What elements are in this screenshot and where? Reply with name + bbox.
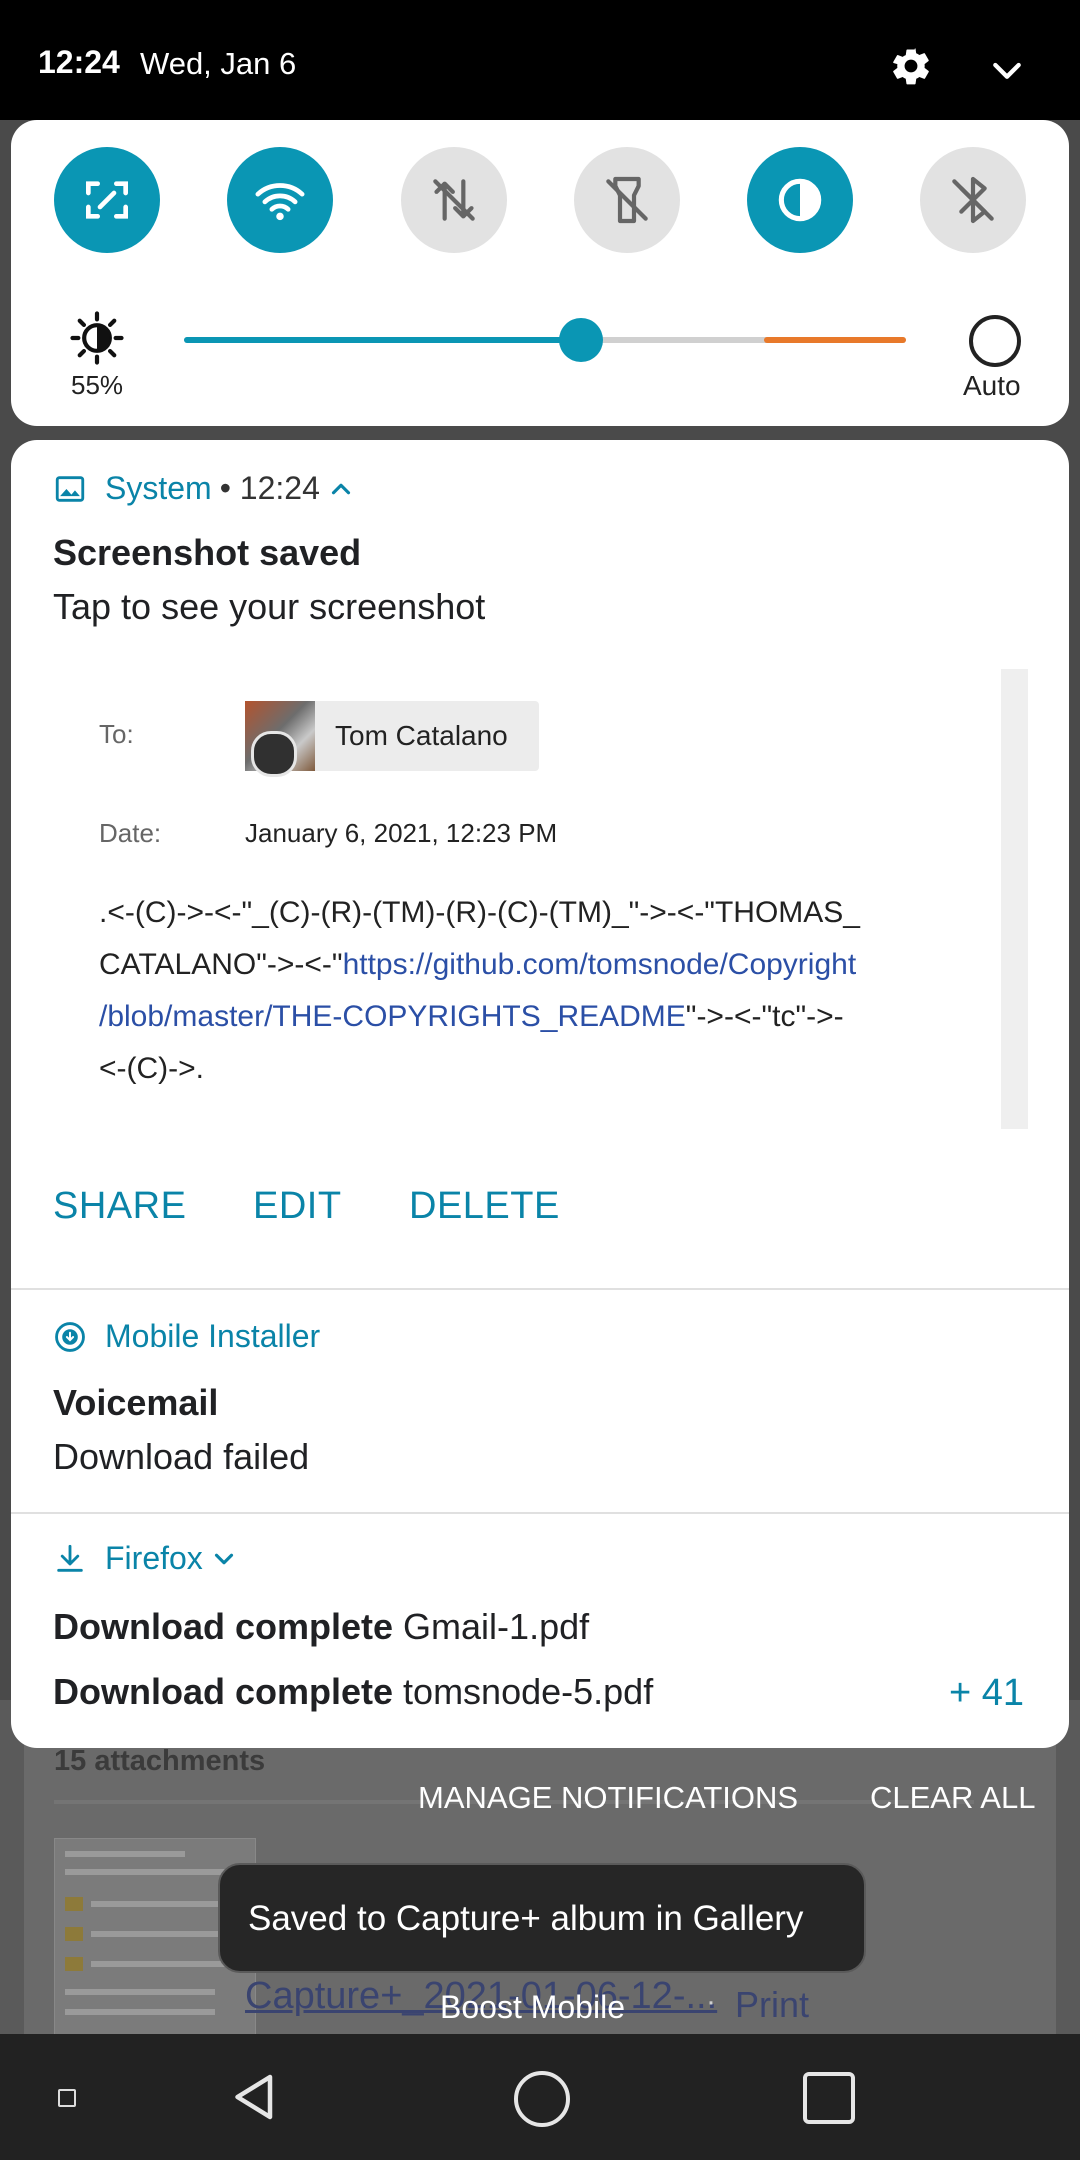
brightness-icon: [70, 311, 124, 365]
tile-flashlight[interactable]: [574, 147, 680, 253]
flashlight-off-icon: [606, 176, 648, 224]
preview-body-line: <-(C)->.: [99, 1052, 204, 1085]
recipient-avatar-badge: [251, 731, 297, 777]
status-bar: 12:24 Wed, Jan 6: [0, 0, 1080, 120]
notification-app-name: Firefox: [105, 1540, 203, 1576]
quick-settings-panel: 55% Auto: [11, 120, 1069, 426]
back-icon[interactable]: [225, 2067, 285, 2127]
tile-wifi[interactable]: [227, 147, 333, 253]
small-square-icon: [58, 2089, 76, 2107]
notification-text[interactable]: Tap to see your screenshot: [53, 586, 485, 628]
chevron-up-icon[interactable]: [326, 474, 356, 504]
brightness-slider-warning-zone: [764, 337, 906, 343]
recipient-name: Tom Catalano: [335, 720, 508, 751]
toast-text: Saved to Capture+ album in Gallery: [248, 1899, 804, 1938]
download-line-1[interactable]: Download complete Gmail-1.pdf: [53, 1606, 589, 1648]
screenshot-preview[interactable]: To: Tom Catalano Date: January 6, 2021, …: [53, 669, 1028, 1129]
notification-header-firefox[interactable]: Firefox: [53, 1540, 239, 1577]
preview-body-line: /blob/master/THE-COPYRIGHTS_README"->-<-…: [99, 991, 979, 1043]
preview-body-link: /blob/master/THE-COPYRIGHTS_README: [99, 1000, 686, 1033]
download-line-2[interactable]: Download complete tomsnode-5.pdf: [53, 1671, 653, 1713]
download-circle-icon: [55, 1321, 85, 1352]
invert-colors-icon: [778, 178, 822, 222]
download-status: Download complete: [53, 1671, 394, 1712]
wifi-icon: [255, 183, 305, 221]
preview-message-body: .<-(C)->-<-"_(C)-(R)-(TM)-(R)-(C)-(TM)_"…: [99, 887, 979, 1095]
notification-app-name: System: [105, 470, 212, 506]
download-icon: [57, 1544, 83, 1572]
notification-divider: [11, 1288, 1069, 1290]
carrier-label: Boost Mobile: [440, 1989, 625, 2025]
tile-invert-colors[interactable]: [747, 147, 853, 253]
delete-button[interactable]: DELETE: [409, 1185, 560, 1228]
tile-mobile-data[interactable]: [401, 147, 507, 253]
attachments-count: 15 attachments: [54, 1745, 266, 1777]
preview-date-label: Date:: [99, 818, 162, 848]
expand-chevron-icon[interactable]: [987, 50, 1027, 90]
brightness-percent: 55%: [71, 370, 124, 400]
recipient-chip: Tom Catalano: [245, 701, 539, 777]
download-filename: tomsnode-5.pdf: [403, 1671, 654, 1712]
notification-title[interactable]: Screenshot saved: [53, 532, 361, 574]
auto-brightness-label: Auto: [963, 370, 1021, 401]
manage-notifications-button[interactable]: MANAGE NOTIFICATIONS: [418, 1780, 798, 1816]
edit-button[interactable]: EDIT: [253, 1185, 342, 1228]
share-button[interactable]: SHARE: [53, 1185, 186, 1228]
status-time: 12:24: [38, 44, 120, 80]
preview-body-text: "->-<-"tc"->-: [685, 1000, 844, 1033]
brightness-slider[interactable]: [184, 318, 906, 362]
recent-apps-icon[interactable]: [803, 2072, 855, 2124]
preview-body-text: CATALANO"->-<-": [99, 948, 343, 981]
notification-app-name: Mobile Installer: [105, 1318, 321, 1354]
auto-brightness-toggle[interactable]: [969, 315, 1021, 367]
preview-body-line: .<-(C)->-<-"_(C)-(R)-(TM)-(R)-(C)-(TM)_"…: [99, 896, 860, 929]
settings-gear-icon[interactable]: [889, 44, 933, 88]
chevron-down-icon[interactable]: [209, 1544, 239, 1574]
download-filename: Gmail-1.pdf: [403, 1606, 590, 1647]
tile-bluetooth[interactable]: [920, 147, 1026, 253]
screen-expand-icon: [86, 181, 128, 219]
mobile-data-off-icon: [433, 179, 475, 221]
notification-header-system[interactable]: System • 12:24: [53, 470, 356, 507]
tile-screen-expand[interactable]: [54, 147, 160, 253]
image-icon: [55, 475, 85, 502]
download-status: Download complete: [53, 1606, 394, 1647]
brightness-slider-thumb[interactable]: [559, 318, 604, 362]
navigation-bar: [0, 2034, 1080, 2160]
preview-to-label: To:: [99, 719, 134, 749]
notification-header-mobile-installer[interactable]: Mobile Installer: [53, 1318, 320, 1355]
bluetooth-off-icon: [952, 176, 994, 224]
preview-body-link: https://github.com/tomsnode/Copyright: [342, 948, 857, 981]
print-link: Print: [735, 1984, 810, 2025]
notification-title[interactable]: Voicemail: [53, 1382, 218, 1424]
brightness-slider-fill: [184, 337, 582, 343]
preview-body-line: CATALANO"->-<-"https://github.com/tomsno…: [99, 939, 979, 991]
notification-divider: [11, 1512, 1069, 1514]
preview-date: January 6, 2021, 12:23 PM: [245, 818, 558, 848]
status-date: Wed, Jan 6: [140, 46, 297, 81]
more-downloads-count[interactable]: + 41: [949, 1672, 1024, 1715]
home-icon[interactable]: [514, 2071, 570, 2127]
notification-list: System • 12:24 Screenshot saved Tap to s…: [11, 440, 1069, 1748]
separator-dot: ·: [706, 1985, 716, 2018]
clear-all-button[interactable]: CLEAR ALL: [870, 1780, 1035, 1816]
toast-message: Saved to Capture+ album in Gallery: [218, 1863, 866, 1973]
notification-time: • 12:24: [219, 470, 320, 506]
notification-text[interactable]: Download failed: [53, 1436, 309, 1478]
